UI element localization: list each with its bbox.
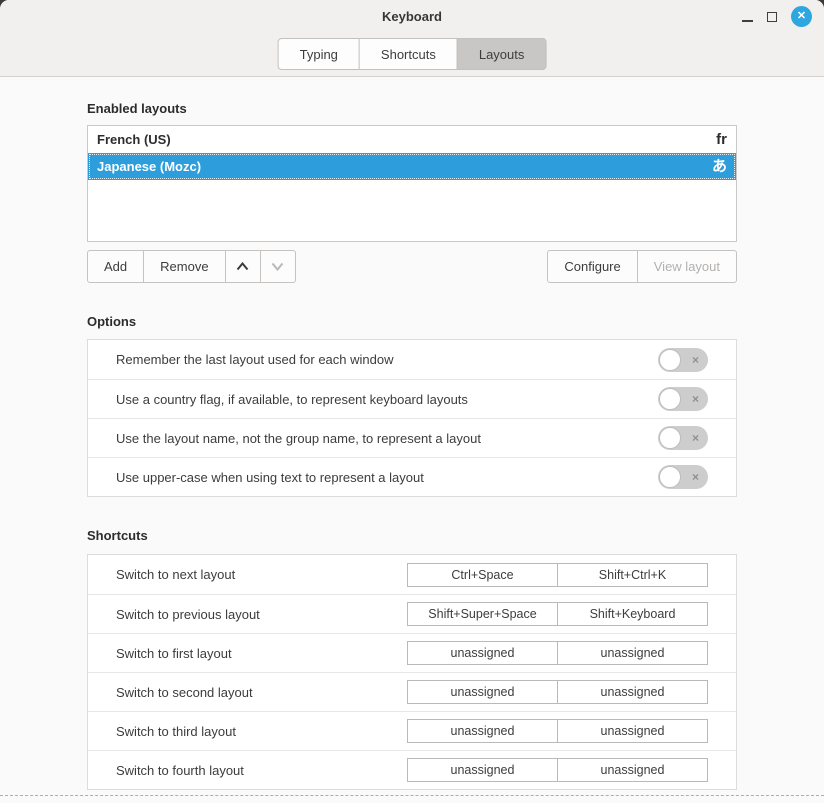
layout-action-button-group: Configure View layout xyxy=(547,250,737,283)
tab-bar: Typing Shortcuts Layouts xyxy=(278,38,547,70)
shortcut-row-second-layout: Switch to second layout unassigned unass… xyxy=(88,672,736,711)
keyboard-window: Keyboard ✕ Typing Shortcuts Layouts Enab… xyxy=(0,0,824,803)
keybinding-group: Shift+Super+Space Shift+Keyboard xyxy=(407,602,708,626)
option-row-upper-case: Use upper-case when using text to repres… xyxy=(88,457,736,496)
toggle-knob xyxy=(659,349,681,371)
option-label: Use the layout name, not the group name,… xyxy=(116,431,658,446)
maximize-icon[interactable] xyxy=(767,12,777,22)
tab-shortcuts[interactable]: Shortcuts xyxy=(359,38,458,70)
toggle-off-icon: × xyxy=(692,471,699,483)
list-edit-button-group: Add Remove xyxy=(87,250,296,283)
chevron-up-icon xyxy=(236,262,249,271)
option-row-country-flag: Use a country flag, if available, to rep… xyxy=(88,379,736,418)
minimize-icon[interactable] xyxy=(742,20,753,22)
shortcuts-list: Switch to next layout Ctrl+Space Shift+C… xyxy=(87,554,737,790)
keybinding-button[interactable]: unassigned xyxy=(407,641,558,665)
keybinding-button[interactable]: Shift+Ctrl+K xyxy=(557,563,708,587)
layout-row-french[interactable]: French (US) fr xyxy=(88,126,736,153)
upper-case-toggle[interactable]: × xyxy=(658,465,708,489)
option-row-remember-layout: Remember the last layout used for each w… xyxy=(88,340,736,379)
tab-layouts[interactable]: Layouts xyxy=(457,38,547,70)
shortcut-row-next-layout: Switch to next layout Ctrl+Space Shift+C… xyxy=(88,555,736,594)
keybinding-group: unassigned unassigned xyxy=(407,680,708,704)
keybinding-button[interactable]: unassigned xyxy=(557,641,708,665)
shortcut-row-first-layout: Switch to first layout unassigned unassi… xyxy=(88,633,736,672)
country-flag-toggle[interactable]: × xyxy=(658,387,708,411)
shortcut-label: Switch to third layout xyxy=(116,724,407,739)
option-row-layout-name: Use the layout name, not the group name,… xyxy=(88,418,736,457)
toggle-off-icon: × xyxy=(692,432,699,444)
keybinding-button[interactable]: unassigned xyxy=(407,758,558,782)
shortcuts-header: Shortcuts xyxy=(87,529,737,542)
shortcut-label: Switch to fourth layout xyxy=(116,763,407,778)
toggle-knob xyxy=(659,427,681,449)
shortcut-label: Switch to previous layout xyxy=(116,607,407,622)
keybinding-button[interactable]: Ctrl+Space xyxy=(407,563,558,587)
toggle-knob xyxy=(659,388,681,410)
move-up-button[interactable] xyxy=(225,250,261,283)
keybinding-button[interactable]: unassigned xyxy=(557,719,708,743)
enabled-layouts-header: Enabled layouts xyxy=(87,102,737,115)
keybinding-button[interactable]: Shift+Super+Space xyxy=(407,602,558,626)
tab-typing[interactable]: Typing xyxy=(278,38,360,70)
keybinding-group: unassigned unassigned xyxy=(407,719,708,743)
option-label: Remember the last layout used for each w… xyxy=(116,352,658,367)
remove-button[interactable]: Remove xyxy=(143,250,225,283)
option-label: Use a country flag, if available, to rep… xyxy=(116,392,658,407)
shortcut-row-fourth-layout: Switch to fourth layout unassigned unass… xyxy=(88,750,736,789)
view-layout-button[interactable]: View layout xyxy=(637,250,737,283)
keybinding-group: Ctrl+Space Shift+Ctrl+K xyxy=(407,563,708,587)
enabled-layouts-list[interactable]: French (US) fr Japanese (Mozc) あ xyxy=(87,125,737,242)
toggle-off-icon: × xyxy=(692,393,699,405)
layout-name: Japanese (Mozc) xyxy=(97,159,712,174)
option-label: Use upper-case when using text to repres… xyxy=(116,470,658,485)
layout-indicator-badge: fr xyxy=(716,132,727,147)
scroll-edge-divider xyxy=(0,795,824,803)
shortcut-label: Switch to first layout xyxy=(116,646,407,661)
layout-indicator-badge: あ xyxy=(712,159,727,174)
window-controls: ✕ xyxy=(742,0,812,33)
layout-row-japanese[interactable]: Japanese (Mozc) あ xyxy=(88,153,736,180)
keybinding-button[interactable]: unassigned xyxy=(407,680,558,704)
chevron-down-icon xyxy=(271,262,284,271)
keybinding-button[interactable]: unassigned xyxy=(407,719,558,743)
keybinding-button[interactable]: unassigned xyxy=(557,758,708,782)
toggle-off-icon: × xyxy=(692,354,699,366)
window-header: Keyboard ✕ Typing Shortcuts Layouts xyxy=(0,0,824,77)
keybinding-group: unassigned unassigned xyxy=(407,758,708,782)
remember-layout-toggle[interactable]: × xyxy=(658,348,708,372)
window-title: Keyboard xyxy=(382,9,442,24)
keybinding-button[interactable]: unassigned xyxy=(557,680,708,704)
layout-name: French (US) xyxy=(97,132,716,147)
options-list: Remember the last layout used for each w… xyxy=(87,339,737,497)
toggle-knob xyxy=(659,466,681,488)
shortcut-label: Switch to second layout xyxy=(116,685,407,700)
keybinding-group: unassigned unassigned xyxy=(407,641,708,665)
layout-name-toggle[interactable]: × xyxy=(658,426,708,450)
add-button[interactable]: Add xyxy=(87,250,144,283)
titlebar[interactable]: Keyboard ✕ xyxy=(0,0,824,33)
shortcut-label: Switch to next layout xyxy=(116,567,407,582)
shortcut-row-third-layout: Switch to third layout unassigned unassi… xyxy=(88,711,736,750)
layouts-toolbar: Add Remove Configure View layout xyxy=(87,250,737,283)
layouts-page: Enabled layouts French (US) fr Japanese … xyxy=(0,77,824,795)
move-down-button[interactable] xyxy=(260,250,296,283)
configure-button[interactable]: Configure xyxy=(547,250,637,283)
close-icon[interactable]: ✕ xyxy=(791,6,812,27)
shortcut-row-previous-layout: Switch to previous layout Shift+Super+Sp… xyxy=(88,594,736,633)
keybinding-button[interactable]: Shift+Keyboard xyxy=(557,602,708,626)
options-header: Options xyxy=(87,315,737,328)
